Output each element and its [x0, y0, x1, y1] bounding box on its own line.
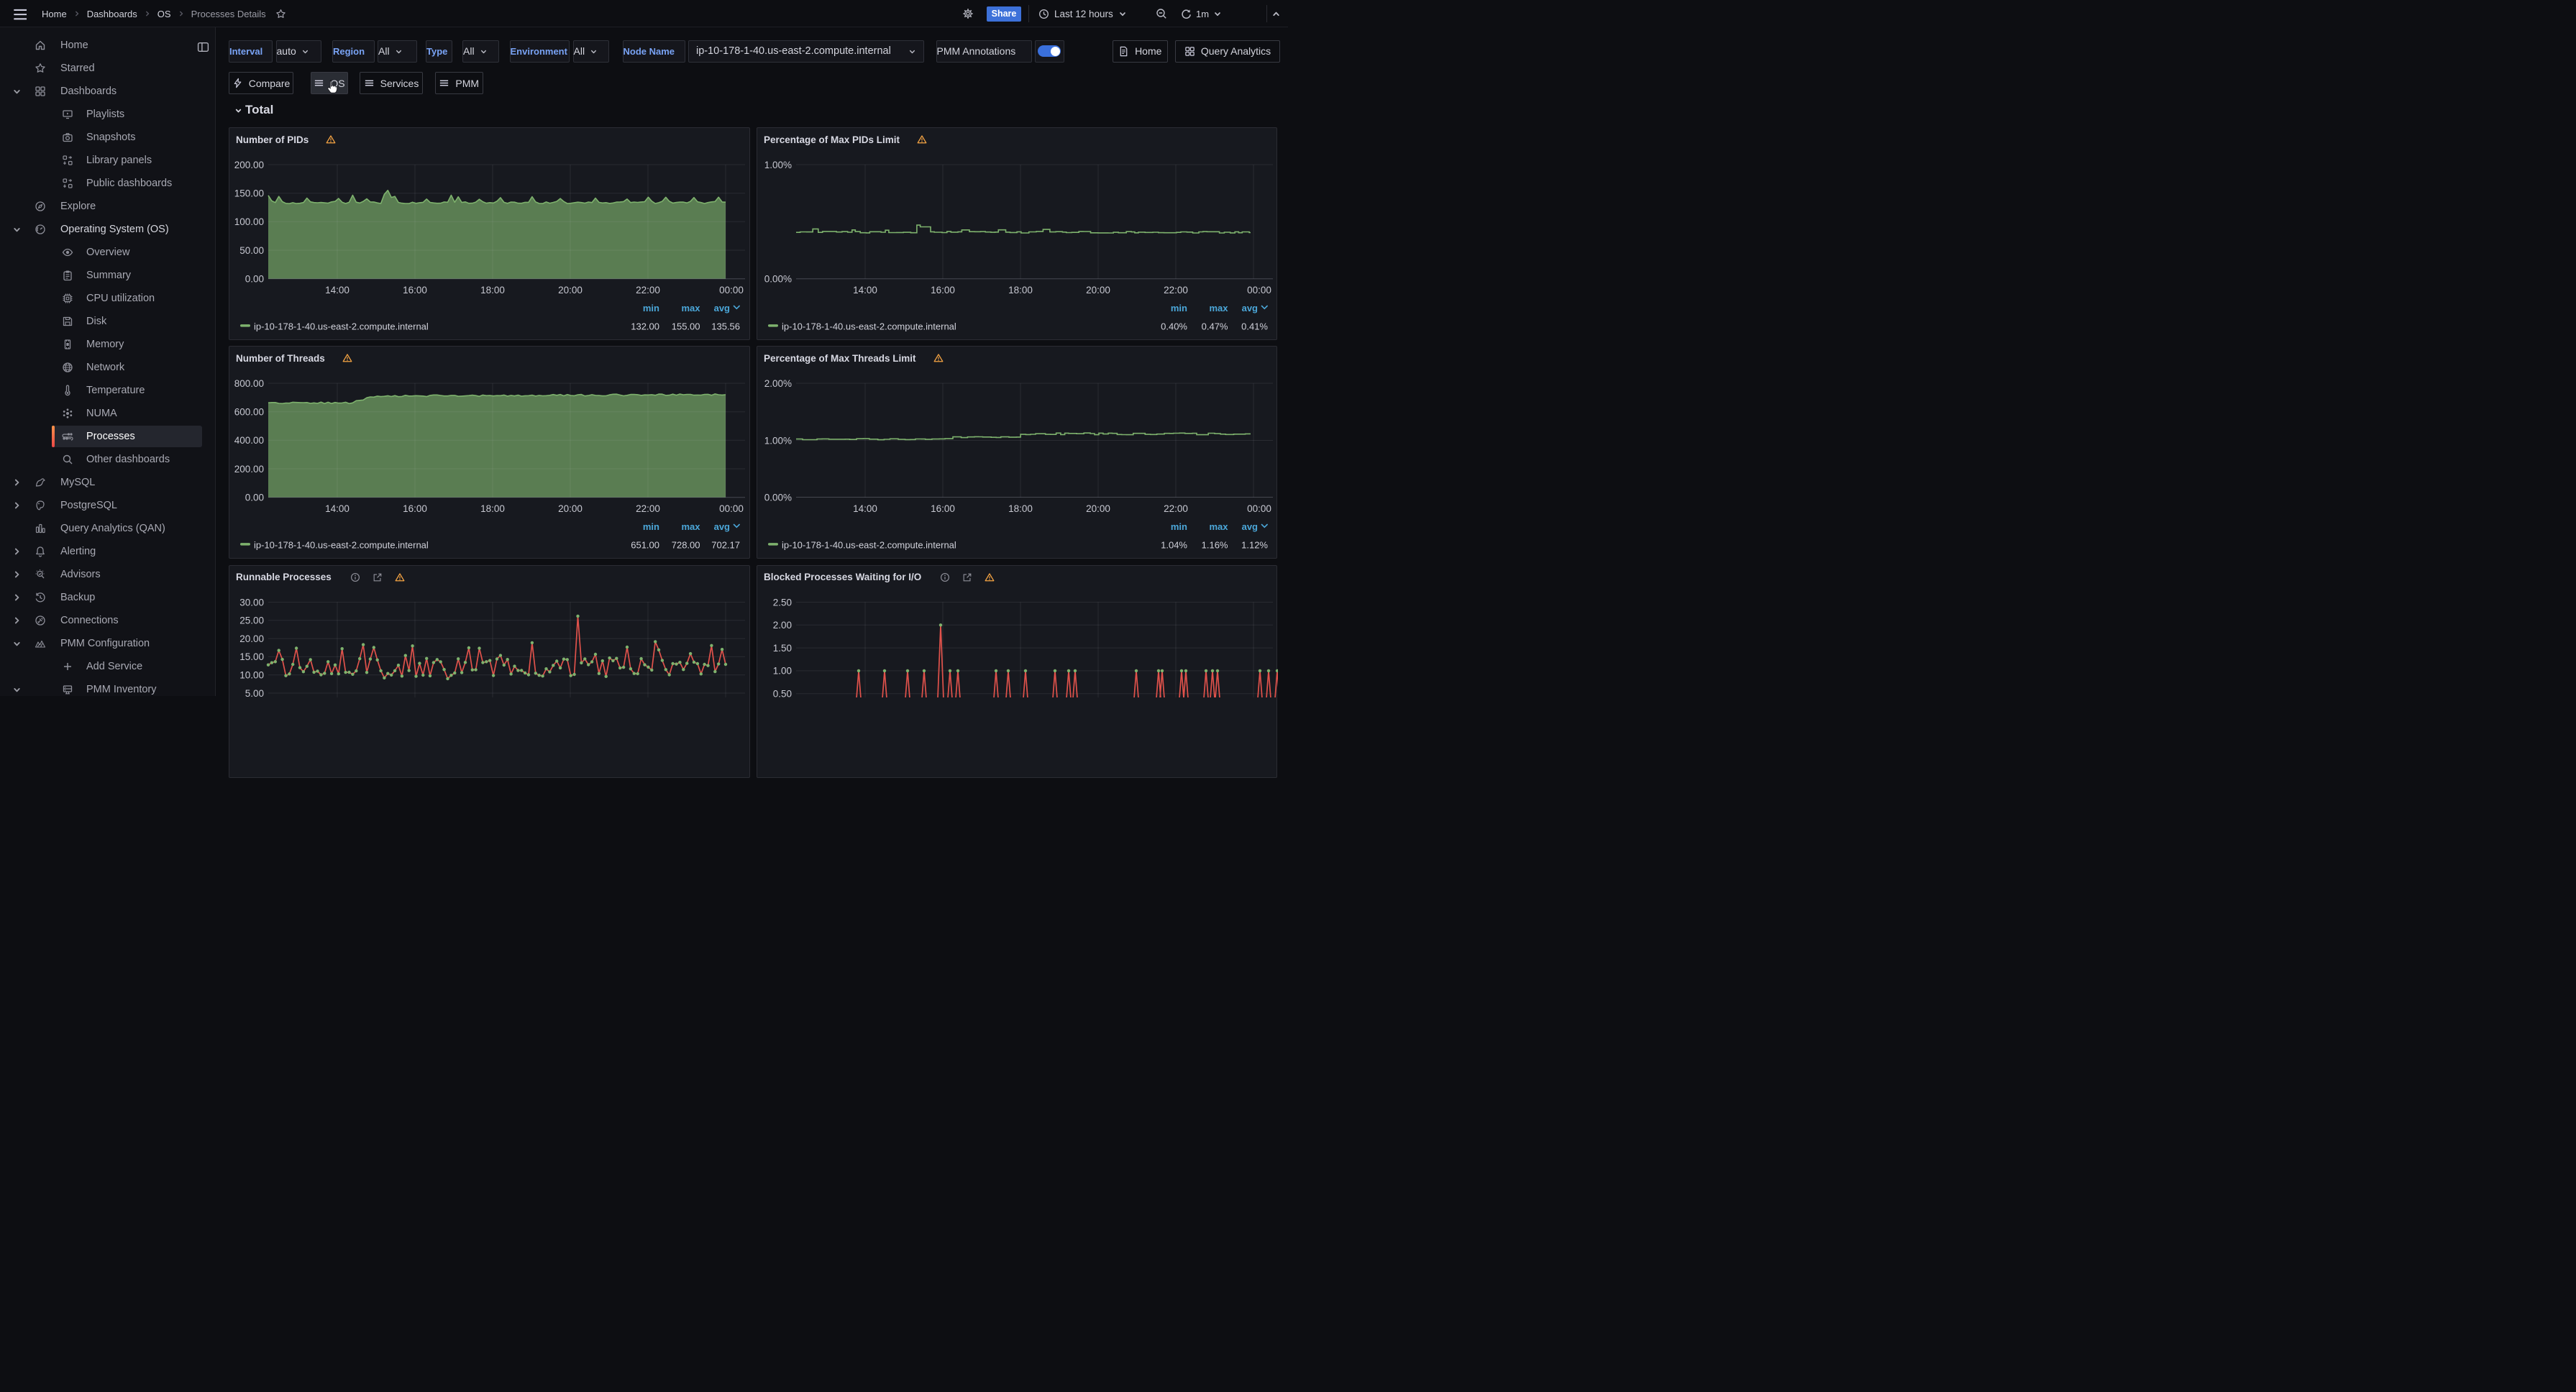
- svg-text:728.00: 728.00: [672, 540, 700, 551]
- svg-text:0.00%: 0.00%: [764, 492, 792, 503]
- svg-text:800.00: 800.00: [234, 378, 264, 389]
- svg-text:2.50: 2.50: [773, 597, 792, 608]
- svg-text:20:00: 20:00: [1086, 285, 1110, 296]
- svg-text:14:00: 14:00: [853, 285, 877, 296]
- svg-text:200.00: 200.00: [234, 160, 264, 170]
- svg-text:0.50: 0.50: [773, 688, 792, 697]
- svg-text:18:00: 18:00: [480, 503, 505, 514]
- svg-text:min: min: [643, 521, 659, 532]
- svg-text:16:00: 16:00: [403, 285, 427, 296]
- svg-text:0.00: 0.00: [245, 493, 264, 503]
- svg-text:30.00: 30.00: [239, 597, 264, 608]
- svg-text:avg: avg: [1242, 303, 1258, 313]
- svg-text:min: min: [643, 303, 659, 313]
- svg-text:16:00: 16:00: [931, 285, 955, 296]
- svg-text:25.00: 25.00: [239, 615, 264, 626]
- svg-text:max: max: [1209, 303, 1228, 313]
- svg-text:00:00: 00:00: [719, 503, 744, 514]
- svg-text:14:00: 14:00: [325, 503, 350, 514]
- svg-text:702.17: 702.17: [711, 540, 740, 551]
- svg-text:ip-10-178-1-40.us-east-2.compu: ip-10-178-1-40.us-east-2.compute.interna…: [782, 540, 956, 551]
- svg-text:min: min: [1171, 303, 1187, 313]
- svg-text:0.41%: 0.41%: [1241, 321, 1268, 332]
- svg-text:22:00: 22:00: [636, 285, 660, 296]
- svg-text:avg: avg: [714, 521, 730, 532]
- svg-text:1.00%: 1.00%: [764, 435, 792, 446]
- svg-text:18:00: 18:00: [480, 285, 505, 296]
- svg-text:0.40%: 0.40%: [1161, 321, 1187, 332]
- svg-text:1.50: 1.50: [773, 642, 792, 653]
- svg-text:00:00: 00:00: [1247, 503, 1271, 514]
- svg-text:ip-10-178-1-40.us-east-2.compu: ip-10-178-1-40.us-east-2.compute.interna…: [782, 321, 956, 332]
- svg-text:ip-10-178-1-40.us-east-2.compu: ip-10-178-1-40.us-east-2.compute.interna…: [254, 540, 429, 551]
- svg-text:00:00: 00:00: [1247, 285, 1271, 296]
- svg-text:132.00: 132.00: [631, 321, 659, 332]
- svg-text:200.00: 200.00: [234, 464, 264, 475]
- svg-text:18:00: 18:00: [1008, 285, 1033, 296]
- svg-text:00:00: 00:00: [719, 285, 744, 296]
- svg-text:ip-10-178-1-40.us-east-2.compu: ip-10-178-1-40.us-east-2.compute.interna…: [254, 321, 429, 332]
- svg-text:22:00: 22:00: [1164, 285, 1188, 296]
- svg-text:20:00: 20:00: [558, 285, 583, 296]
- svg-text:14:00: 14:00: [853, 503, 877, 514]
- svg-text:22:00: 22:00: [636, 503, 660, 514]
- svg-text:2.00: 2.00: [773, 620, 792, 631]
- svg-text:16:00: 16:00: [931, 503, 955, 514]
- svg-text:100.00: 100.00: [234, 216, 264, 227]
- svg-text:max: max: [1209, 521, 1228, 532]
- svg-text:14:00: 14:00: [325, 285, 350, 296]
- svg-text:10.00: 10.00: [239, 669, 264, 680]
- svg-text:avg: avg: [714, 303, 730, 313]
- svg-text:155.00: 155.00: [672, 321, 700, 332]
- svg-text:1.12%: 1.12%: [1241, 540, 1268, 551]
- svg-text:22:00: 22:00: [1164, 503, 1188, 514]
- svg-text:1.04%: 1.04%: [1161, 540, 1187, 551]
- svg-text:1.16%: 1.16%: [1202, 540, 1228, 551]
- svg-text:651.00: 651.00: [631, 540, 659, 551]
- svg-text:1.00%: 1.00%: [764, 160, 792, 170]
- svg-text:18:00: 18:00: [1008, 503, 1033, 514]
- svg-text:0.47%: 0.47%: [1202, 321, 1228, 332]
- svg-text:50.00: 50.00: [239, 245, 264, 256]
- svg-text:2.00%: 2.00%: [764, 378, 792, 389]
- svg-text:20:00: 20:00: [558, 503, 583, 514]
- svg-text:400.00: 400.00: [234, 435, 264, 446]
- svg-text:min: min: [1171, 521, 1187, 532]
- svg-text:1.00: 1.00: [773, 665, 792, 676]
- svg-text:135.56: 135.56: [711, 321, 740, 332]
- svg-text:0.00: 0.00: [245, 274, 264, 285]
- svg-text:600.00: 600.00: [234, 407, 264, 418]
- svg-text:15.00: 15.00: [239, 651, 264, 662]
- svg-text:max: max: [681, 303, 700, 313]
- svg-text:5.00: 5.00: [245, 687, 264, 697]
- svg-text:150.00: 150.00: [234, 188, 264, 199]
- svg-text:20.00: 20.00: [239, 633, 264, 644]
- svg-text:avg: avg: [1242, 521, 1258, 532]
- svg-text:16:00: 16:00: [403, 503, 427, 514]
- svg-text:20:00: 20:00: [1086, 503, 1110, 514]
- svg-text:0.00%: 0.00%: [764, 274, 792, 285]
- svg-text:max: max: [681, 521, 700, 532]
